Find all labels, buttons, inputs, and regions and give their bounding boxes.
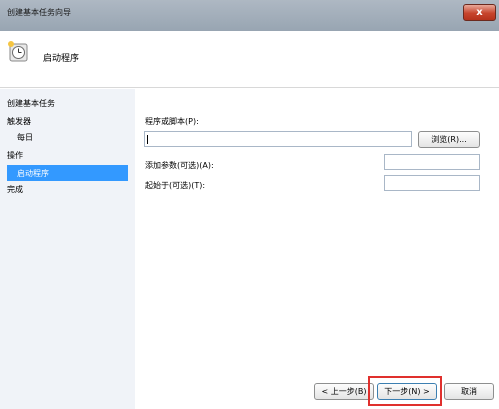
window-title: 创建基本任务向导: [7, 8, 71, 17]
arguments-label: 添加参数(可选)(A):: [145, 161, 214, 170]
back-button[interactable]: < 上一步(B): [314, 383, 374, 400]
arguments-input[interactable]: [384, 154, 480, 170]
text-caret: [147, 135, 148, 144]
program-label: 程序或脚本(P):: [145, 117, 199, 126]
next-button[interactable]: 下一步(N) >: [377, 383, 437, 400]
cancel-button[interactable]: 取消: [444, 383, 494, 400]
start-in-label: 起始于(可选)(T):: [145, 181, 206, 190]
nav-step-daily[interactable]: 每日: [17, 132, 33, 143]
nav-step-trigger[interactable]: 触发器: [7, 116, 31, 127]
nav-step-finish[interactable]: 完成: [7, 184, 23, 195]
nav-step-start-program[interactable]: 启动程序: [17, 168, 49, 179]
browse-button[interactable]: 浏览(R)...: [418, 131, 480, 148]
window-title-bar[interactable]: [0, 0, 499, 31]
start-in-input[interactable]: [384, 175, 480, 191]
nav-step-action[interactable]: 操作: [7, 150, 23, 161]
program-input[interactable]: [144, 131, 412, 147]
page-title: 启动程序: [43, 54, 80, 64]
close-button[interactable]: x: [463, 4, 496, 21]
nav-step-create-basic-task[interactable]: 创建基本任务: [7, 98, 55, 109]
scheduled-task-clock-icon: [8, 41, 28, 62]
